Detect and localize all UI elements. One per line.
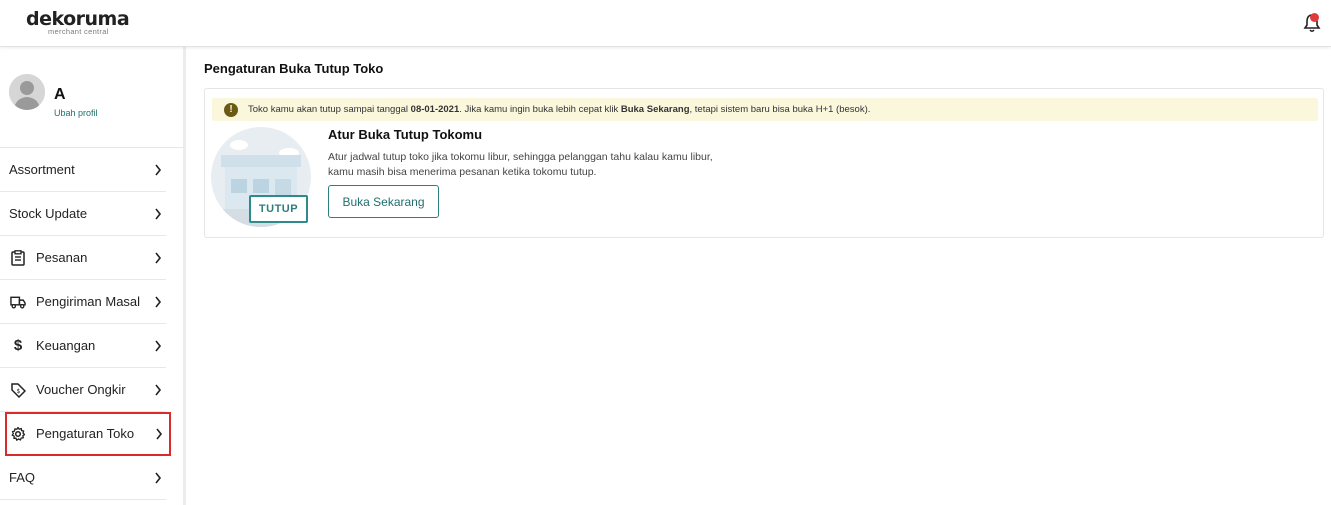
logo-text: dekoruma bbox=[26, 8, 130, 30]
alert-text: Toko kamu akan tutup sampai tanggal 08-0… bbox=[248, 104, 871, 115]
open-now-button[interactable]: Buka Sekarang bbox=[328, 185, 439, 218]
top-header: dekoruma merchant central bbox=[0, 0, 1331, 47]
sidebar-item-pesanan[interactable]: Pesanan bbox=[0, 236, 166, 280]
sidebar-item-pengaturan-toko[interactable]: Pengaturan Toko bbox=[5, 412, 171, 456]
exclamation-icon: ! bbox=[224, 102, 238, 117]
chevron-right-icon bbox=[155, 340, 162, 352]
chevron-right-icon bbox=[156, 428, 163, 440]
chevron-right-icon bbox=[155, 208, 162, 220]
chevron-right-icon bbox=[155, 296, 162, 308]
feature-title: Atur Buka Tutup Tokomu bbox=[328, 127, 483, 142]
sidebar-item-faq[interactable]: FAQ bbox=[0, 456, 166, 500]
truck-icon bbox=[10, 294, 26, 310]
voucher-tag-icon: $ bbox=[10, 382, 26, 398]
feature-description-line: kamu masih bisa menerima pesanan ketika … bbox=[328, 166, 597, 178]
profile-name: A bbox=[54, 86, 66, 103]
chevron-right-icon bbox=[155, 164, 162, 176]
sidebar-item-pengiriman-masal[interactable]: Pengiriman Masal bbox=[0, 280, 166, 324]
sidebar-item-label: Assortment bbox=[9, 162, 75, 177]
sidebar-item-label: Voucher Ongkir bbox=[36, 382, 126, 397]
chevron-right-icon bbox=[155, 384, 162, 396]
main-content: Pengaturan Buka Tutup Toko ! Toko kamu a… bbox=[196, 47, 1331, 505]
sidebar-item-stock-update[interactable]: Stock Update bbox=[0, 192, 166, 236]
chevron-right-icon bbox=[155, 252, 162, 264]
svg-text:$: $ bbox=[17, 388, 21, 395]
sidebar-item-assortment[interactable]: Assortment bbox=[0, 148, 166, 192]
store-status-tag: TUTUP bbox=[249, 195, 308, 223]
gear-icon bbox=[10, 426, 26, 442]
sidebar-item-label: FAQ bbox=[9, 470, 36, 485]
chevron-right-icon bbox=[155, 472, 162, 484]
profile-section: A Ubah profil bbox=[0, 47, 183, 148]
alert-date: 08-01-2021 bbox=[410, 104, 460, 115]
edit-profile-link[interactable]: Ubah profil bbox=[54, 108, 98, 118]
sidebar-item-keuangan[interactable]: $ Keuangan bbox=[0, 324, 166, 368]
sidebar: A Ubah profil Assortment Stock Update Pe… bbox=[0, 47, 186, 505]
avatar[interactable] bbox=[9, 74, 45, 110]
notification-badge bbox=[1310, 13, 1319, 22]
logo-subtext: merchant central bbox=[48, 27, 109, 36]
dollar-icon: $ bbox=[13, 337, 23, 354]
user-silhouette-icon bbox=[9, 74, 45, 110]
closed-store-alert: ! Toko kamu akan tutup sampai tanggal 08… bbox=[212, 98, 1318, 121]
feature-description-line: Atur jadwal tutup toko jika tokomu libur… bbox=[328, 151, 713, 163]
page-title: Pengaturan Buka Tutup Toko bbox=[204, 61, 384, 76]
clipboard-icon bbox=[10, 249, 26, 266]
store-open-close-card: ! Toko kamu akan tutup sampai tanggal 08… bbox=[204, 88, 1324, 238]
dekoruma-logo[interactable]: dekoruma merchant central bbox=[26, 8, 130, 36]
feature-description: Atur jadwal tutup toko jika tokomu libur… bbox=[328, 150, 768, 180]
sidebar-item-label: Pengiriman Masal bbox=[36, 294, 141, 309]
sidebar-item-label: Pengaturan Toko bbox=[36, 426, 135, 441]
sidebar-item-label: Stock Update bbox=[9, 206, 88, 221]
sidebar-menu: Assortment Stock Update Pesanan Pengirim… bbox=[0, 148, 171, 500]
sidebar-item-label: Pesanan bbox=[36, 250, 88, 265]
sidebar-item-voucher-ongkir[interactable]: $ Voucher Ongkir bbox=[0, 368, 166, 412]
sidebar-item-label: Keuangan bbox=[36, 338, 96, 353]
alert-action-text: Buka Sekarang bbox=[620, 104, 690, 115]
